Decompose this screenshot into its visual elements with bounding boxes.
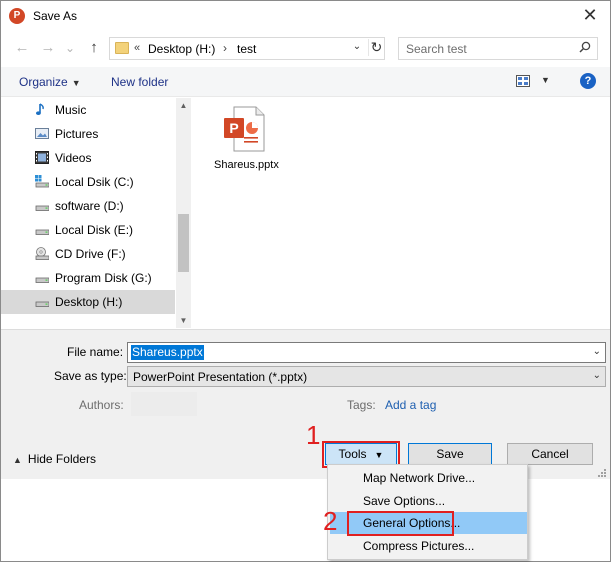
add-tag-link[interactable]: Add a tag [385,398,436,412]
scrollbar-thumb[interactable] [178,214,189,272]
step-number-2: 2 [323,506,338,536]
organize-label: Organize [19,75,68,89]
authors-field[interactable] [131,392,197,416]
cd-drive-icon [35,247,49,260]
nav-item-label: Music [55,103,87,117]
window-title: Save As [33,9,78,23]
chevron-up-icon: ▲ [13,455,22,465]
menu-item-map-network-drive[interactable]: Map Network Drive... [330,467,527,489]
drive-icon [35,229,49,235]
new-folder-button[interactable]: New folder [111,75,168,89]
svg-text:P: P [229,120,238,136]
search-icon[interactable] [579,41,591,53]
file-list: P Shareus.pptx [192,98,610,328]
view-options-icon[interactable] [516,75,530,87]
chevron-down-icon: ⌄ [592,370,601,381]
chevron-down-icon: ▼ [71,78,81,88]
chevron-down-icon[interactable]: ⌄ [593,346,601,357]
scroll-down-icon[interactable]: ▼ [176,313,191,328]
system-drive-icon [35,175,49,188]
nav-item-pictures[interactable]: Pictures [1,122,175,146]
file-name-value: Shareus.pptx [131,345,204,360]
help-icon[interactable]: ? [580,73,596,89]
cancel-button[interactable]: Cancel [507,443,593,465]
nav-item-software-d[interactable]: software (D:) [1,194,175,218]
search-placeholder: Search test [406,42,467,56]
nav-item-cd-drive-f[interactable]: CD Drive (F:) [1,242,175,266]
nav-item-label: software (D:) [55,199,124,213]
title-bar: P Save As ✕ [1,1,610,31]
search-input[interactable]: Search test [398,37,598,60]
nav-item-label: Pictures [55,127,99,141]
nav-item-label: Program Disk (G:) [55,271,152,285]
powerpoint-file-icon: P [224,106,265,152]
hide-folders-button[interactable]: ▲ Hide Folders [13,452,96,466]
back-arrow-icon[interactable]: ← [13,39,31,57]
nav-item-label: Videos [55,151,92,165]
view-dropdown-icon[interactable]: ▼ [541,75,550,85]
nav-item-label: Local Dsik (C:) [55,175,134,189]
scroll-up-icon[interactable]: ▲ [176,98,191,113]
menu-item-compress-pictures[interactable]: Compress Pictures... [330,535,527,557]
nav-item-label: CD Drive (F:) [55,247,126,261]
nav-item-music[interactable]: Music [1,98,175,122]
videos-icon [35,151,49,164]
save-form: File name: Shareus.pptx ⌄ Save as type: … [1,329,610,479]
step-number-1: 1 [306,420,321,450]
menu-item-save-options[interactable]: Save Options... [330,490,527,512]
breadcrumb-test[interactable]: test [237,42,256,56]
hide-folders-label: Hide Folders [27,452,96,466]
navigation-bar: ← → ⌄ ↑ « Desktop (H:) › test ⌄ ↻ Search… [1,35,610,63]
close-icon[interactable]: ✕ [580,5,600,25]
command-bar: Organize ▼ New folder ▼ ? [1,67,610,97]
file-name: Shareus.pptx [214,159,279,171]
nav-item-label: Desktop (H:) [55,295,123,309]
tags-label: Tags: [347,398,376,412]
nav-item-desktop-h[interactable]: Desktop (H:) [1,290,175,314]
nav-item-videos[interactable]: Videos [1,146,175,170]
drive-icon [35,277,49,283]
save-as-type-label: Save as type: [54,369,127,383]
up-folder-icon[interactable]: ↑ [85,39,103,57]
nav-pane-scrollbar[interactable]: ▲ ▼ [176,98,191,328]
breadcrumb-desktop[interactable]: Desktop (H:) [148,42,215,56]
folder-icon [115,42,129,54]
drive-icon [35,301,49,307]
organize-button[interactable]: Organize ▼ [19,75,81,89]
nav-item-program-disk-g[interactable]: Program Disk (G:) [1,266,175,290]
nav-item-local-disk-c[interactable]: Local Dsik (C:) [1,170,175,194]
file-name-field[interactable]: Shareus.pptx ⌄ [127,342,606,363]
highlight-box-general-options [347,511,454,536]
save-as-type-select[interactable]: PowerPoint Presentation (*.pptx) ⌄ [127,366,606,387]
forward-arrow-icon[interactable]: → [39,39,57,57]
drive-icon [35,205,49,211]
authors-label: Authors: [79,398,124,412]
breadcrumb-overflow-icon[interactable]: « [134,42,140,54]
nav-item-label: Local Disk (E:) [55,223,134,237]
refresh-icon[interactable]: ↻ [368,39,384,56]
file-name-label: File name: [67,345,124,359]
nav-item-local-disk-e[interactable]: Local Disk (E:) [1,218,175,242]
resize-grip-icon[interactable] [598,469,606,477]
powerpoint-app-icon: P [9,8,25,24]
address-dropdown-icon[interactable]: ⌄ [350,41,364,52]
save-as-type-value: PowerPoint Presentation (*.pptx) [133,370,308,384]
address-bar[interactable]: « Desktop (H:) › test ⌄ ↻ [109,37,385,60]
breadcrumb-separator-icon[interactable]: › [223,41,227,55]
music-icon [36,103,44,115]
file-item[interactable]: P Shareus.pptx [214,106,284,186]
pictures-icon [35,128,49,139]
recent-locations-icon[interactable]: ⌄ [61,39,79,57]
navigation-pane: Music Pictures Videos Local Dsik (C:) so… [1,98,191,328]
save-button[interactable]: Save [408,443,492,465]
